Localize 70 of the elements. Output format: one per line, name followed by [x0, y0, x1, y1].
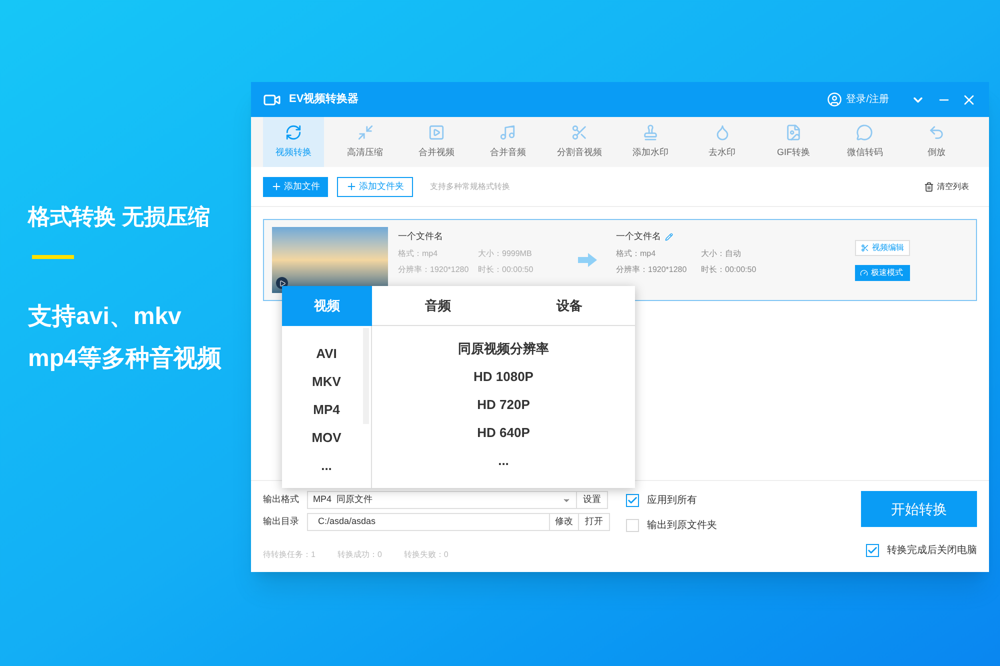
tool-tab[interactable]: 去水印: [691, 117, 753, 167]
popup-tab[interactable]: 音频: [372, 286, 504, 326]
output-dir-label: 输出目录: [263, 515, 299, 528]
gauge-icon: [860, 268, 868, 276]
plus-icon: [346, 181, 357, 192]
promo-text: 支持avi、mkv: [28, 302, 182, 332]
image-file-icon: [785, 124, 802, 142]
refresh-play-icon: [285, 124, 302, 142]
resolution-option[interactable]: HD 1080P: [474, 366, 534, 387]
chat-bubble-icon: [856, 124, 874, 142]
music-file-icon: [499, 124, 516, 142]
output-dir-field[interactable]: C:/asda/asdas: [307, 513, 550, 531]
resolution-option[interactable]: ...: [498, 450, 509, 471]
popup-tab[interactable]: 设备: [504, 286, 635, 326]
file-duration: 时长：00:00:50: [478, 264, 534, 276]
tool-tab[interactable]: 微信转码: [834, 117, 896, 167]
format-dropdown[interactable]: MP4 同原文件: [307, 491, 577, 509]
resolution-option[interactable]: HD 720P: [477, 394, 530, 415]
format-option[interactable]: MOV: [312, 428, 342, 448]
arrow-icon: [576, 252, 598, 268]
promo-headline: 格式转换 无损压缩: [28, 203, 212, 231]
trash-icon: [924, 182, 934, 192]
output-file-name: 一个文件名: [616, 230, 661, 244]
promo-text: mp4等多种音视频: [28, 344, 222, 374]
user-icon: [827, 92, 842, 107]
format-option[interactable]: AVI: [316, 344, 337, 364]
tool-tab[interactable]: 合并音频: [477, 117, 539, 167]
checkbox-label: 输出到原文件夹: [647, 518, 717, 533]
open-button[interactable]: 打开: [578, 513, 610, 531]
file-name: 一个文件名: [398, 230, 444, 244]
stat-text: 转换失败：0: [404, 549, 448, 561]
clear-list-button[interactable]: 清空列表: [924, 180, 969, 192]
hint-text: 支持多种常规格式转换: [430, 180, 510, 192]
compress-icon: [356, 124, 374, 142]
output-resolution: 分辨率：1920*1280: [616, 264, 688, 276]
stamp-icon: [642, 124, 660, 142]
output-size: 大小：自动: [701, 248, 742, 260]
tool-tab[interactable]: 倒放: [906, 117, 968, 167]
checkbox-label: 应用到所有: [647, 494, 697, 508]
undo-icon: [928, 124, 945, 142]
edit-icon[interactable]: [665, 233, 673, 241]
window-title: EV视频转换器: [289, 92, 359, 108]
file-size: 大小：9999MB: [478, 248, 533, 260]
tool-tab[interactable]: 合并视频: [406, 117, 468, 167]
tool-tab[interactable]: 分割音视频: [548, 117, 610, 167]
modify-button[interactable]: 修改: [549, 513, 579, 531]
checkbox[interactable]: [626, 494, 639, 507]
tool-tab[interactable]: 添加水印: [620, 117, 682, 167]
resolution-option[interactable]: 同原视频分辨率: [458, 338, 549, 359]
output-format: 格式：mp4: [616, 248, 657, 260]
resolution-option[interactable]: HD 640P: [477, 422, 530, 443]
format-option[interactable]: MP4: [313, 400, 340, 420]
stat-text: 转换成功：0: [337, 549, 382, 561]
scissors-icon: [861, 244, 869, 252]
format-option[interactable]: ...: [321, 456, 332, 476]
scissors-icon: [570, 124, 588, 142]
settings-button[interactable]: 设置: [576, 491, 608, 509]
output-format-label: 输出格式: [263, 493, 299, 506]
file-format: 格式：mp4: [398, 248, 439, 260]
tool-tab[interactable]: GIF转换: [762, 117, 824, 167]
stat-text: 待转换任务：1: [263, 549, 316, 561]
plus-icon: [271, 181, 282, 192]
tool-tab[interactable]: 高清压缩: [334, 117, 396, 167]
output-duration: 时长：00:00:50: [701, 264, 758, 276]
format-option[interactable]: MKV: [312, 372, 341, 392]
checkbox[interactable]: [866, 544, 879, 557]
checkbox-label: 转换完成后关闭电脑: [887, 544, 977, 558]
video-file-icon: [428, 124, 446, 142]
accent-bar: [32, 255, 74, 259]
file-resolution: 分辨率：1920*1280: [398, 264, 470, 276]
